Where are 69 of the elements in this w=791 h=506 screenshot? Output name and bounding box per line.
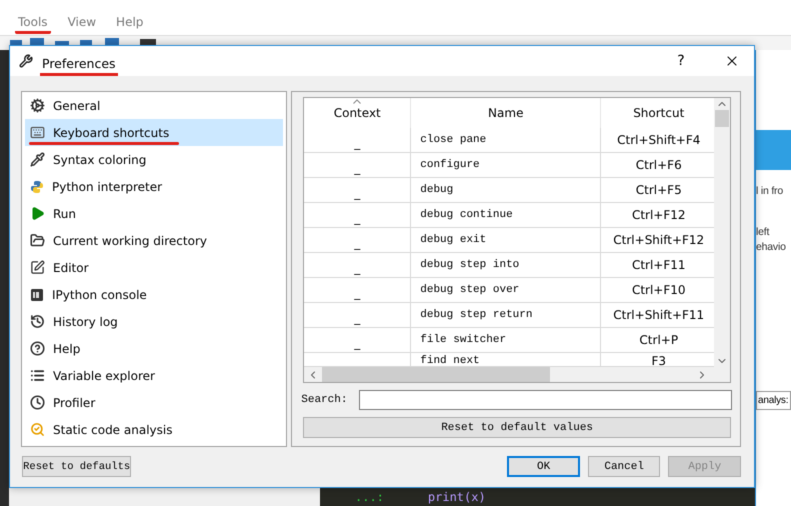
help-button[interactable]: ? — [659, 46, 703, 76]
sidebar-item[interactable]: Static code analysis — [25, 416, 284, 443]
sidebar-item[interactable]: General — [25, 92, 284, 119]
history-icon — [30, 314, 45, 329]
menu-item[interactable]: Tools — [15, 15, 51, 34]
menu-item[interactable]: View — [64, 15, 100, 34]
table-cell: file switcher — [411, 328, 602, 353]
background-field: analys: — [756, 391, 791, 410]
play-icon — [30, 206, 45, 221]
magnifier-check-icon — [30, 422, 45, 437]
console-icon — [30, 288, 44, 302]
table-cell: debug step over — [411, 278, 602, 303]
table-cell: debug — [411, 178, 602, 203]
python-logo-icon — [30, 180, 44, 194]
scroll-thumb[interactable] — [715, 110, 729, 127]
sidebar-item[interactable]: IPython console — [25, 281, 284, 308]
table-cell: debug step return — [411, 303, 602, 328]
code-text: print(x) — [428, 490, 486, 504]
sort-caret-icon — [353, 99, 362, 104]
list-icon — [30, 368, 45, 383]
search-label: Search: — [301, 394, 348, 406]
eyedropper-icon — [30, 152, 45, 167]
sidebar-item[interactable]: Profiler — [25, 389, 284, 416]
edit-icon — [30, 260, 45, 275]
sidebar-item[interactable]: Syntax coloring — [25, 146, 284, 173]
table-cell: _ — [304, 253, 412, 278]
console-prompt: ...: — [355, 490, 384, 504]
scroll-thumb[interactable] — [322, 367, 550, 382]
column-header[interactable]: Name — [411, 98, 602, 128]
folder-icon — [30, 233, 45, 248]
table-cell: _ — [304, 128, 412, 153]
background-text: left — [756, 225, 770, 240]
search-field[interactable] — [359, 390, 732, 410]
table-cell: debug step into — [411, 253, 602, 278]
table-cell: _ — [304, 303, 412, 328]
table-cell: _ — [304, 228, 412, 253]
reset-values-button[interactable]: Reset to default values — [303, 417, 731, 438]
settings-icon — [30, 98, 45, 113]
sidebar-item[interactable]: Run — [25, 200, 284, 227]
table-cell: close pane — [411, 128, 602, 153]
background-text: ehavio — [756, 240, 787, 255]
vertical-scrollbar[interactable] — [714, 98, 730, 367]
dialog-button[interactable]: Cancel — [588, 456, 660, 477]
clock-icon — [30, 395, 45, 410]
menu-item[interactable]: Help — [113, 15, 146, 34]
sidebar-item[interactable]: Editor — [25, 254, 284, 281]
table-cell: debug continue — [411, 203, 602, 228]
sidebar-item[interactable]: Keyboard shortcuts — [25, 119, 284, 146]
help-icon — [30, 341, 45, 356]
table-cell: _ — [304, 328, 412, 353]
table-cell: _ — [304, 153, 412, 178]
table-cell: _ — [304, 178, 412, 203]
sidebar-item[interactable]: Current working directory — [25, 227, 284, 254]
table-cell: _ — [304, 203, 412, 228]
keyboard-icon — [30, 125, 45, 140]
dialog-button[interactable]: OK — [507, 456, 580, 477]
banner — [756, 130, 791, 170]
table-cell: debug exit — [411, 228, 602, 253]
reset-defaults-button[interactable]: Reset to defaults — [22, 456, 132, 477]
background-text: l in fro — [756, 184, 784, 199]
sidebar-item[interactable]: Variable explorer — [25, 362, 284, 389]
table-cell: configure — [411, 153, 602, 178]
sidebar-item[interactable]: Help — [25, 335, 284, 362]
sidebar-item[interactable]: Python interpreter — [25, 173, 284, 200]
sidebar-item[interactable]: History log — [25, 308, 284, 335]
wrench-icon — [19, 54, 33, 68]
table-cell: _ — [304, 278, 412, 303]
column-header[interactable]: Context — [304, 98, 412, 128]
horizontal-scrollbar[interactable] — [304, 367, 714, 382]
